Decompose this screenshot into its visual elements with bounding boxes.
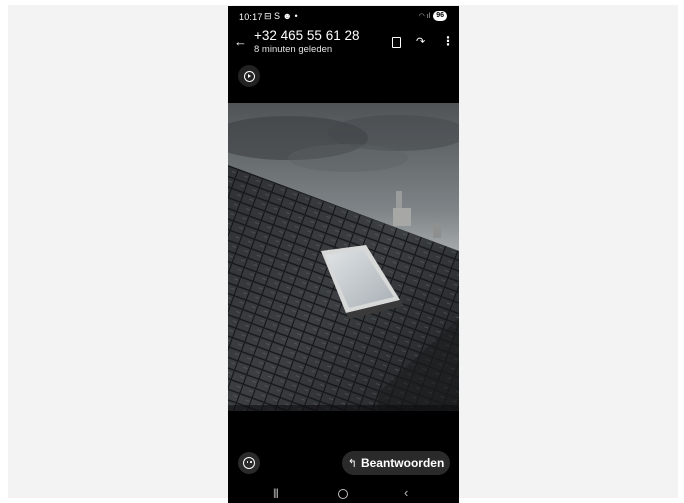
- battery-badge: 96: [433, 11, 447, 21]
- emoji-icon: [243, 457, 255, 469]
- bookmark-icon[interactable]: [392, 37, 401, 48]
- reply-label: Beantwoorden: [360, 456, 445, 470]
- nav-back-icon[interactable]: ‹: [404, 485, 408, 500]
- status-time: 10:17: [239, 12, 263, 22]
- reaction-button[interactable]: [238, 452, 260, 474]
- more-icon[interactable]: ⋮: [442, 34, 454, 48]
- recents-icon[interactable]: |||: [273, 488, 279, 499]
- play-icon: [243, 70, 255, 82]
- bottom-bar: ↰ Beantwoorden: [228, 446, 459, 480]
- signal-icon: ◠ ıl: [418, 13, 431, 20]
- system-nav-bar: ||| ‹: [228, 484, 459, 503]
- media-header: ← +32 465 55 61 28 8 minuten geleden ↷ ⋮: [228, 28, 459, 62]
- notification-icons: ⊟ S ☻ •: [264, 11, 298, 21]
- reply-arrow-icon: ↰: [347, 457, 357, 470]
- play-button[interactable]: [238, 65, 260, 87]
- contact-title: +32 465 55 61 28: [254, 28, 360, 43]
- phone-screen: 10:17 ⊟ S ☻ • ◠ ıl 96 ← +32 465 55 61 28…: [228, 6, 459, 503]
- roof-photo-image: [228, 103, 459, 411]
- reply-button[interactable]: ↰ Beantwoorden: [342, 451, 450, 475]
- back-arrow-icon[interactable]: ←: [234, 34, 247, 49]
- status-right: ◠ ıl 96: [419, 11, 447, 21]
- share-icon[interactable]: ↷: [416, 35, 425, 48]
- home-icon[interactable]: [338, 489, 348, 499]
- last-seen-subtitle: 8 minuten geleden: [254, 44, 333, 55]
- status-bar: 10:17 ⊟ S ☻ • ◠ ıl 96: [228, 6, 459, 28]
- roof-photo[interactable]: [228, 103, 459, 411]
